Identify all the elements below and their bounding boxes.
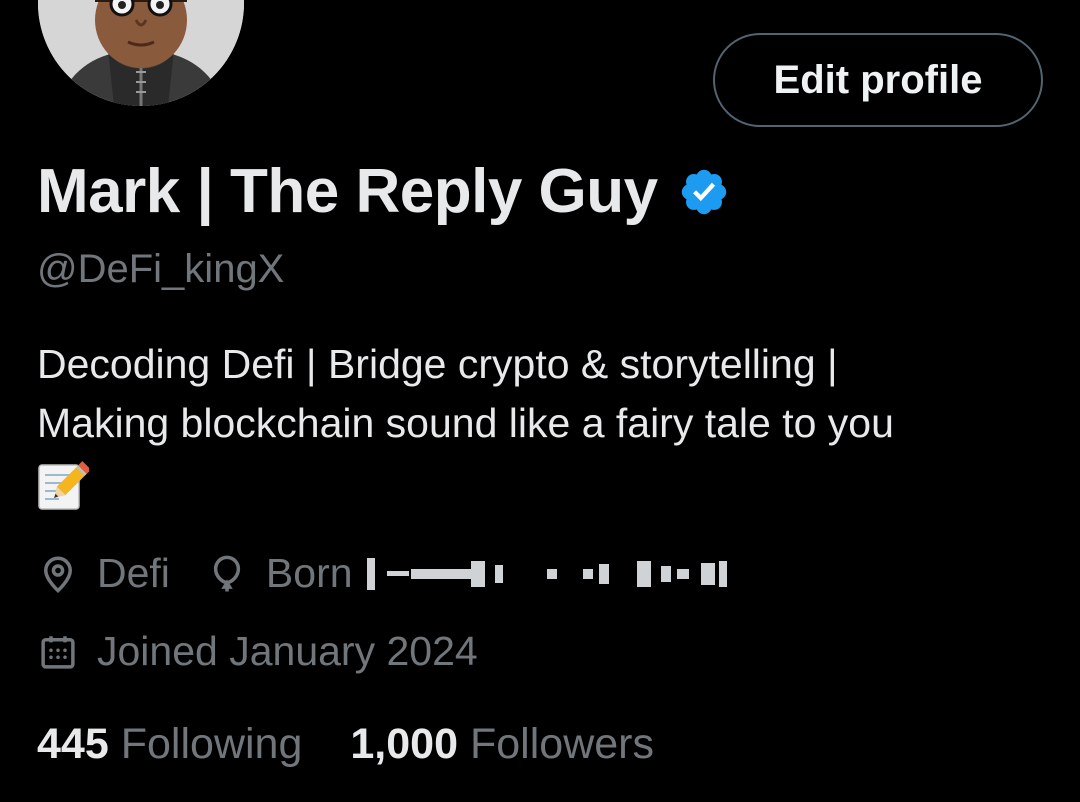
edit-profile-button[interactable]: Edit profile [713,33,1043,127]
verified-badge-icon[interactable] [678,166,730,218]
birthdate-item: Born [206,550,727,597]
born-label: Born [265,550,353,596]
avatar[interactable] [38,0,244,106]
location-pin-icon [43,556,73,593]
avatar-illustration [38,0,244,106]
display-name: Mark | The Reply Guy [37,157,658,226]
user-handle: @DeFi_kingX [37,247,285,291]
joined-date: Joined January 2024 [97,628,478,674]
joined-row: Joined January 2024 [37,628,478,675]
balloon-icon [213,555,241,591]
bio-line-2: Making blockchain sound like a fairy tal… [37,400,894,446]
following-link[interactable]: 445 Following [37,720,302,769]
followers-count: 1,000 [350,720,458,768]
bio: Decoding Defi | Bridge crypto & storytel… [37,335,1047,511]
following-count: 445 [37,720,109,768]
location-text: Defi [97,550,170,596]
following-label: Following [120,720,303,768]
followers-label: Followers [470,720,654,768]
memo-icon [38,461,89,510]
followers-link[interactable]: 1,000 Followers [350,720,654,769]
calendar-icon [41,635,75,669]
redacted-birthdate [366,554,727,594]
name-row: Mark | The Reply Guy [37,156,730,227]
bio-line-1: Decoding Defi | Bridge crypto & storytel… [37,341,838,387]
profile-meta-row: Defi Born [37,550,763,597]
location-item: Defi [37,550,170,597]
follow-stats: 445 Following 1,000 Followers [37,720,702,769]
